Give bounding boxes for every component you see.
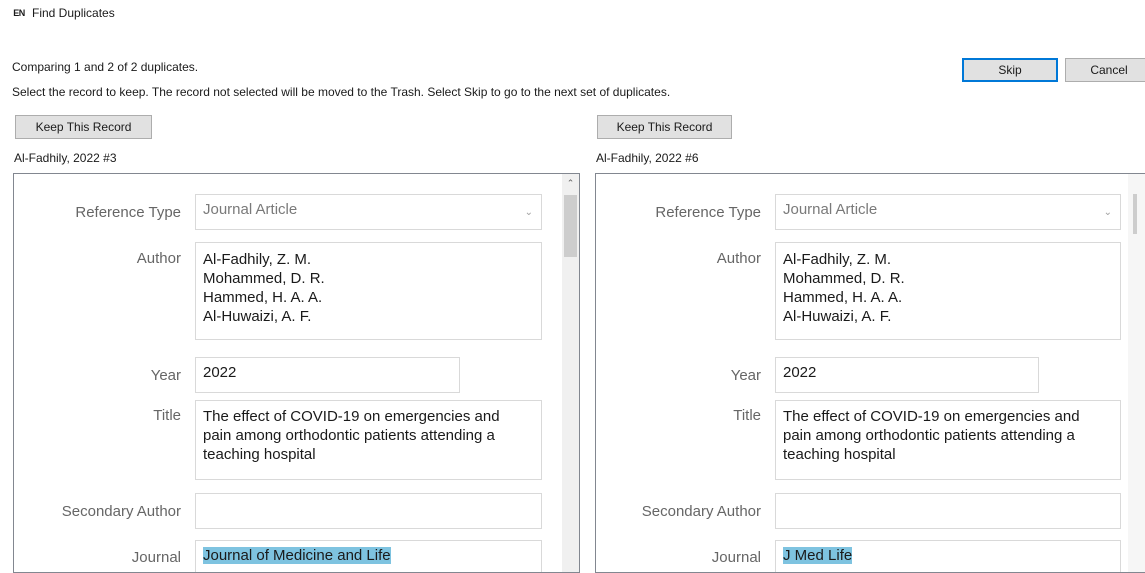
author-label: Author bbox=[136, 250, 181, 267]
reference-type-select[interactable]: Journal Article ⌄ bbox=[195, 194, 542, 230]
year-value: 2022 bbox=[203, 364, 237, 381]
title-label: Title bbox=[153, 407, 181, 424]
chevron-up-icon[interactable]: ⌃ bbox=[562, 176, 579, 190]
chevron-down-icon: ⌄ bbox=[524, 207, 533, 218]
author-line: Al-Huwaizi, A. F. bbox=[203, 308, 312, 325]
journal-label: Journal bbox=[131, 549, 181, 566]
right-record-label: Al-Fadhily, 2022 #6 bbox=[596, 151, 699, 165]
scroll-thumb[interactable] bbox=[1133, 194, 1137, 234]
author-line: Hammed, H. A. A. bbox=[783, 289, 903, 306]
journal-value: Journal of Medicine and Life bbox=[203, 547, 391, 564]
cancel-button[interactable]: Cancel bbox=[1065, 58, 1145, 82]
author-line: Al-Fadhily, Z. M. bbox=[203, 251, 312, 268]
reference-type-label: Reference Type bbox=[655, 204, 761, 221]
keep-right-record-button[interactable]: Keep This Record bbox=[597, 115, 732, 139]
window-title-bar: EN Find Duplicates bbox=[0, 0, 1145, 26]
left-panel-scrollbar[interactable]: ⌃ bbox=[562, 174, 579, 572]
author-line: Mohammed, D. R. bbox=[783, 270, 905, 287]
title-label: Title bbox=[733, 407, 761, 424]
journal-field[interactable]: Journal of Medicine and Life bbox=[195, 540, 542, 572]
year-value: 2022 bbox=[783, 364, 817, 381]
author-label: Author bbox=[716, 250, 761, 267]
author-line: Mohammed, D. R. bbox=[203, 270, 325, 287]
journal-label: Journal bbox=[711, 549, 761, 566]
year-field[interactable]: 2022 bbox=[775, 357, 1039, 393]
left-record-panel: Reference Type Journal Article ⌄ Author … bbox=[13, 173, 580, 573]
title-field[interactable]: The effect of COVID-19 on emergencies an… bbox=[195, 400, 542, 480]
author-line: Hammed, H. A. A. bbox=[203, 289, 323, 306]
author-field[interactable]: Al-Fadhily, Z. M. Mohammed, D. R. Hammed… bbox=[775, 242, 1121, 340]
title-line: teaching hospital bbox=[783, 446, 896, 463]
secondary-author-field[interactable] bbox=[775, 493, 1121, 529]
title-line: teaching hospital bbox=[203, 446, 316, 463]
title-line: pain among orthodontic patients attendin… bbox=[203, 427, 495, 444]
instructions-text: Select the record to keep. The record no… bbox=[12, 85, 671, 99]
year-label: Year bbox=[150, 367, 181, 384]
author-line: Al-Huwaizi, A. F. bbox=[783, 308, 892, 325]
reference-type-select[interactable]: Journal Article ⌄ bbox=[775, 194, 1121, 230]
author-line: Al-Fadhily, Z. M. bbox=[783, 251, 892, 268]
app-icon: EN bbox=[13, 8, 25, 18]
comparison-status: Comparing 1 and 2 of 2 duplicates. bbox=[12, 60, 199, 74]
window-title: Find Duplicates bbox=[32, 6, 115, 20]
reference-type-value: Journal Article bbox=[203, 201, 298, 218]
year-label: Year bbox=[730, 367, 761, 384]
secondary-author-label: Secondary Author bbox=[61, 503, 181, 520]
secondary-author-field[interactable] bbox=[195, 493, 542, 529]
chevron-down-icon: ⌄ bbox=[1103, 207, 1112, 218]
right-panel-scrollbar[interactable] bbox=[1128, 174, 1145, 572]
scroll-thumb[interactable] bbox=[564, 195, 577, 257]
year-field[interactable]: 2022 bbox=[195, 357, 460, 393]
title-line: The effect of COVID-19 on emergencies an… bbox=[783, 408, 1080, 425]
left-record-label: Al-Fadhily, 2022 #3 bbox=[14, 151, 117, 165]
title-field[interactable]: The effect of COVID-19 on emergencies an… bbox=[775, 400, 1121, 480]
reference-type-label: Reference Type bbox=[75, 204, 181, 221]
title-line: pain among orthodontic patients attendin… bbox=[783, 427, 1075, 444]
journal-field[interactable]: J Med Life bbox=[775, 540, 1121, 572]
right-record-panel: Reference Type Journal Article ⌄ Author … bbox=[595, 173, 1145, 573]
author-field[interactable]: Al-Fadhily, Z. M. Mohammed, D. R. Hammed… bbox=[195, 242, 542, 340]
title-line: The effect of COVID-19 on emergencies an… bbox=[203, 408, 500, 425]
journal-value: J Med Life bbox=[783, 547, 853, 564]
keep-left-record-button[interactable]: Keep This Record bbox=[15, 115, 152, 139]
secondary-author-label: Secondary Author bbox=[641, 503, 761, 520]
reference-type-value: Journal Article bbox=[783, 201, 878, 218]
skip-button[interactable]: Skip bbox=[962, 58, 1058, 82]
